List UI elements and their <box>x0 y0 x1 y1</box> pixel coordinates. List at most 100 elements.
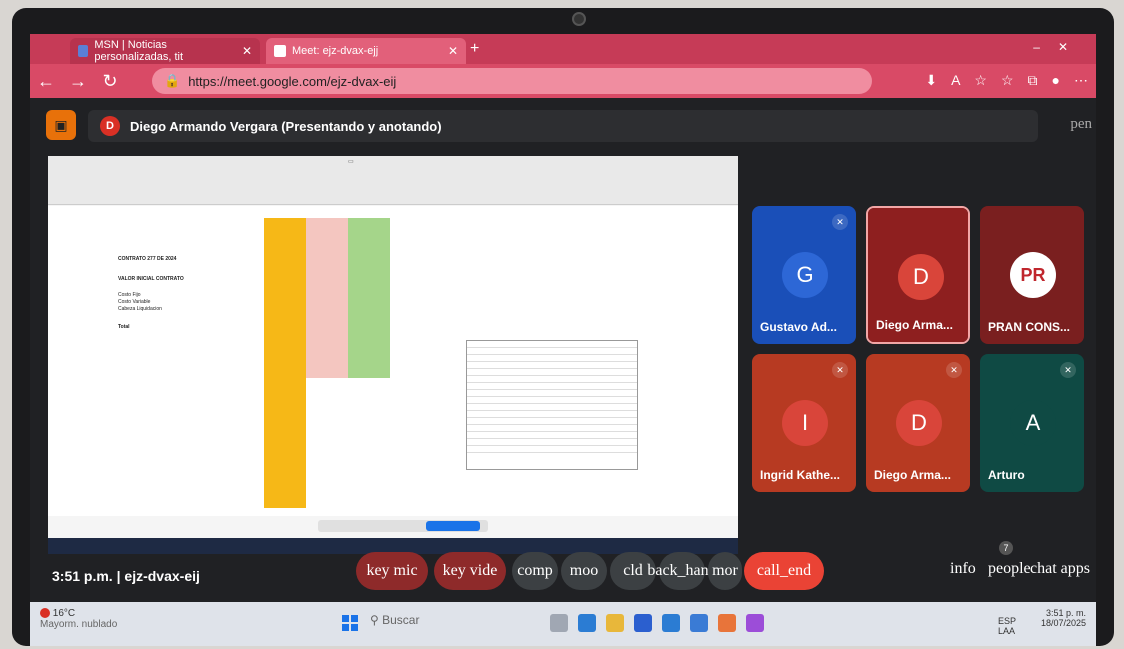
participant-tile[interactable]: ✕ G Gustavo Ad... <box>752 206 856 344</box>
spreadsheet-grid: CONTRATO 277 DE 2024 VALOR INICIAL CONTR… <box>48 206 738 516</box>
mic-off-icon: ✕ <box>832 214 848 230</box>
more-icon[interactable]: ⋯ <box>1074 72 1088 89</box>
excel-title-icon: ▭ <box>348 159 354 165</box>
download-icon[interactable]: ⬇ <box>925 72 937 89</box>
sharing-notice <box>318 520 488 532</box>
tab-msn[interactable]: MSN | Noticias personalizadas, tit ✕ <box>70 38 260 64</box>
raise-hand-button[interactable]: back_hand <box>647 552 717 590</box>
toolbar-icons: ⬇ A ☆ ☆ ⧉ ● ⋯ <box>925 72 1088 89</box>
avatar: A <box>1010 400 1056 446</box>
msn-favicon-icon <box>78 45 89 57</box>
mic-button[interactable]: key mic <box>356 552 428 590</box>
tray-clock[interactable]: 3:51 p. m. 18/07/2025 <box>1041 608 1086 628</box>
favorite-icon[interactable]: ☆ <box>974 72 987 89</box>
task-view-icon[interactable] <box>550 614 568 632</box>
participant-tile[interactable]: D Diego Arma... <box>866 206 970 344</box>
participant-name: PRAN CONS... <box>988 320 1071 334</box>
mic-off-icon: ✕ <box>946 362 962 378</box>
extensions-icon[interactable]: ⧉ <box>1028 72 1038 89</box>
taskbar-search[interactable]: ⚲ Buscar <box>370 613 419 627</box>
read-aloud-icon[interactable]: A <box>951 72 960 89</box>
windows-start-icon[interactable] <box>342 615 358 631</box>
webcam <box>572 12 586 26</box>
weather-alert-icon <box>40 608 50 619</box>
chat-apps-button[interactable]: chat apps <box>1030 560 1090 578</box>
meet-stage: ▣ D Diego Armando Vergara (Presentando y… <box>30 98 1096 646</box>
presenter-label: Diego Armando Vergara (Presentando y ano… <box>130 118 442 134</box>
weather-widget[interactable]: 16°C Mayorm. nublado <box>40 608 117 630</box>
url-text: https://meet.google.com/ejz-dvax-eij <box>188 73 397 89</box>
site-info-icon[interactable]: 🔒 <box>164 73 180 89</box>
participant-name: Diego Arma... <box>876 318 953 332</box>
new-tab-button[interactable]: + <box>470 40 479 58</box>
column-highlight-pink <box>306 218 348 378</box>
keyboard-layout: LAA <box>997 626 1015 636</box>
participant-name: Diego Arma... <box>874 468 951 482</box>
meeting-code: ejz-dvax-eij <box>124 568 200 584</box>
search-icon: ⚲ <box>370 613 383 627</box>
more-options-button[interactable]: mor <box>708 552 742 590</box>
participant-name: Arturo <box>988 468 1025 482</box>
pen-button[interactable]: pen <box>1070 116 1092 133</box>
participant-tile[interactable]: ✕ I Ingrid Kathe... <box>752 354 856 492</box>
profile-icon[interactable]: ● <box>1052 72 1060 89</box>
reactions-button[interactable]: moo <box>561 552 607 590</box>
camera-button[interactable]: key vide <box>434 552 506 590</box>
presenter-avatar: D <box>100 116 120 136</box>
firefox-icon[interactable] <box>746 614 764 632</box>
presentation-icon[interactable]: ▣ <box>46 110 76 140</box>
close-tab-icon[interactable]: ✕ <box>448 44 458 58</box>
meeting-info: 3:51 p.m. | ejz-dvax-eij <box>52 568 200 584</box>
mail-icon[interactable] <box>690 614 708 632</box>
favorites-icon[interactable]: ☆ <box>1001 72 1014 89</box>
tab-meet[interactable]: Meet: ejz-dvax-ejj ✕ <box>266 38 466 64</box>
stop-sharing-button[interactable] <box>426 521 480 531</box>
sheet-total-label: Total <box>118 324 130 330</box>
avatar: G <box>782 252 828 298</box>
app-icon[interactable] <box>718 614 736 632</box>
browser-tabbar: MSN | Noticias personalizadas, tit ✕ Mee… <box>30 34 1096 64</box>
windows-taskbar: 16°C Mayorm. nublado ⚲ Buscar ESP LAA 3:… <box>30 602 1096 646</box>
reload-button[interactable]: ↻ <box>94 71 126 92</box>
tray-language[interactable]: ESP LAA <box>998 616 1016 636</box>
file-explorer-icon[interactable] <box>606 614 624 632</box>
participant-name: Gustavo Ad... <box>760 320 837 334</box>
column-highlight-green <box>348 218 390 378</box>
people-button[interactable]: people <box>988 560 1031 578</box>
forward-button[interactable]: → <box>62 71 94 92</box>
screen: MSN | Noticias personalizadas, tit ✕ Mee… <box>30 34 1096 646</box>
meeting-time: 3:51 p.m. <box>52 568 113 584</box>
avatar: D <box>896 400 942 446</box>
mic-off-icon: ✕ <box>832 362 848 378</box>
close-tab-icon[interactable]: ✕ <box>242 44 252 58</box>
mic-off-icon: ✕ <box>1060 362 1076 378</box>
presenter-bar: D Diego Armando Vergara (Presentando y a… <box>88 110 1038 142</box>
excel-ribbon: ▭ <box>48 156 738 205</box>
shared-screen: ▭ CONTRATO 277 DE 2024 VALOR INICIAL CON… <box>48 156 738 554</box>
edge-icon[interactable] <box>578 614 596 632</box>
column-highlight-orange <box>264 218 306 508</box>
present-button[interactable]: comp <box>512 552 558 590</box>
back-button[interactable]: ← <box>30 71 62 92</box>
tab-title: Meet: ejz-dvax-ejj <box>292 45 379 57</box>
window-controls[interactable]: –✕ <box>1033 40 1086 54</box>
clock-date: 18/07/2025 <box>1040 618 1086 628</box>
participant-tile[interactable]: PR PRAN CONS... <box>980 206 1084 344</box>
invoice-table <box>466 340 638 470</box>
participant-tile[interactable]: ✕ D Diego Arma... <box>866 354 970 492</box>
search-placeholder: Buscar <box>382 613 420 627</box>
sheet-title: CONTRATO 277 DE 2024 <box>118 256 177 262</box>
avatar: D <box>898 254 944 300</box>
store-icon[interactable] <box>634 614 652 632</box>
participant-tile[interactable]: ✕ A Arturo <box>980 354 1084 492</box>
sheet-row-label: Costo Variable <box>118 299 151 305</box>
browser-toolbar: ← → ↻ 🔒 https://meet.google.com/ejz-dvax… <box>30 64 1096 98</box>
leave-call-button[interactable]: call_end <box>744 552 824 590</box>
sheet-row-label: Costo Fijo <box>118 292 141 298</box>
sheet-valor-label: VALOR INICIAL CONTRATO <box>118 276 184 282</box>
info-button[interactable]: info <box>950 560 976 578</box>
address-bar[interactable]: 🔒 https://meet.google.com/ejz-dvax-eij <box>152 68 872 94</box>
weather-text: Mayorm. nublado <box>40 619 118 630</box>
outlook-icon[interactable] <box>662 614 680 632</box>
temperature: 16°C <box>52 608 76 619</box>
